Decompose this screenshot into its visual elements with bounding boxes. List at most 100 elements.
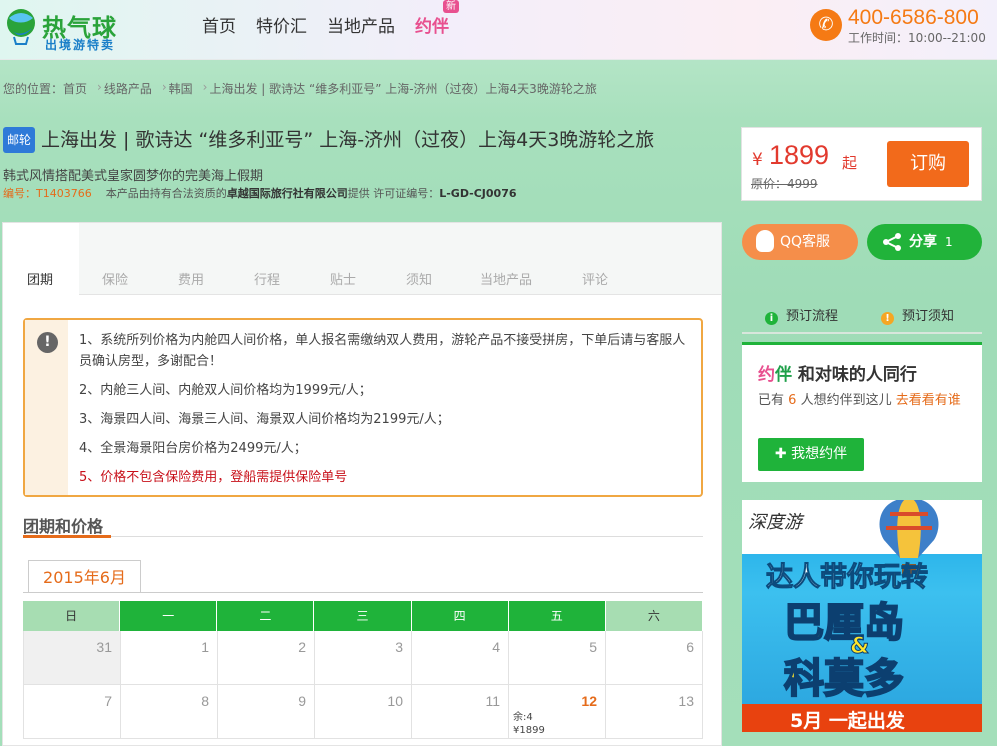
calendar-cell[interactable]: 9 bbox=[218, 685, 315, 739]
tab-tips[interactable]: 贴士 bbox=[330, 269, 356, 288]
price-currency: ¥ bbox=[752, 150, 763, 170]
cruise-badge: 邮轮 bbox=[3, 127, 35, 153]
license-number: L-GD-CJ0076 bbox=[439, 187, 517, 200]
tab-schedule[interactable]: 团期 bbox=[3, 223, 79, 296]
order-notice-label: 预订须知 bbox=[902, 309, 955, 324]
month-tab[interactable]: 2015年6月 bbox=[28, 560, 141, 593]
calendar-cell[interactable]: 3 bbox=[315, 631, 412, 685]
weekday-sat: 六 bbox=[605, 601, 703, 631]
calendar-day: 4 bbox=[492, 639, 500, 655]
order-info-bar: i 预订流程 ! 预订须知 bbox=[742, 290, 982, 334]
nav-local-products[interactable]: 当地产品 bbox=[327, 12, 395, 37]
calendar-cell[interactable]: 13 bbox=[606, 685, 703, 739]
yueban-count: 6 bbox=[788, 393, 797, 408]
calendar: 日 一 二 三 四 五 六 31 1 2 3 4 5 6 7 8 9 10 11… bbox=[23, 601, 703, 739]
weekday-fri: 五 bbox=[508, 601, 606, 631]
ad-banner[interactable]: 深度游 达人带你玩转 巴厘岛 & 科莫多 5月 一起出发 bbox=[742, 500, 982, 732]
calendar-day: 2 bbox=[298, 639, 306, 655]
weekday-wed: 三 bbox=[314, 601, 412, 631]
calendar-cell[interactable]: 10 bbox=[315, 685, 412, 739]
tab-local-products[interactable]: 当地产品 bbox=[480, 269, 532, 288]
breadcrumb: 您的位置：首页 › 线路产品 › 韩国 › 上海出发 | 歌诗达 “维多利亚号”… bbox=[3, 80, 599, 97]
breadcrumb-routes[interactable]: 线路产品 bbox=[104, 80, 152, 97]
work-time: 工作时间：10:00--21:00 bbox=[848, 31, 986, 45]
notice-item: 4、全景海景阳台房价格为2499元/人； bbox=[79, 441, 307, 456]
provider-suffix: 提供 许可证编号： bbox=[347, 187, 440, 200]
calendar-cell[interactable]: 4 bbox=[412, 631, 509, 685]
price-box: ¥ 1899 起 原价：4999 订购 bbox=[741, 127, 982, 201]
notice-item: 2、内舱三人间、内舱双人间价格均为1999元/人； bbox=[79, 383, 372, 398]
nav-yueban[interactable]: 约伴 新 bbox=[415, 0, 459, 37]
calendar-cell: 31 bbox=[23, 631, 121, 685]
main-nav: 首页 特价汇 当地产品 约伴 新 bbox=[202, 0, 469, 37]
yueban-brand: 约 bbox=[758, 365, 775, 385]
site-header: 热气球 出境游特卖 首页 特价汇 当地产品 约伴 新 ✆ 400-6586-80… bbox=[0, 0, 997, 60]
order-notice-link[interactable]: ! 预订须知 bbox=[881, 305, 954, 325]
calendar-cell-available[interactable]: 12 余:4 ¥1899 bbox=[509, 685, 606, 739]
tab-reviews[interactable]: 评论 bbox=[582, 269, 608, 288]
price-value: 1899 bbox=[769, 140, 830, 170]
yueban-title: 约伴 和对味的人同行 bbox=[758, 360, 917, 385]
product-tabs: 团期 保险 费用 行程 贴士 须知 当地产品 评论 bbox=[3, 223, 721, 296]
yueban-button[interactable]: ✚ 我想约伴 bbox=[758, 438, 864, 471]
alert-icon: ! bbox=[881, 312, 894, 325]
calendar-row: 7 8 9 10 11 12 余:4 ¥1899 13 bbox=[23, 685, 703, 739]
weekday-tue: 二 bbox=[217, 601, 315, 631]
original-price: 原价：4999 bbox=[751, 177, 818, 191]
yueban-text-prefix: 已有 bbox=[758, 393, 785, 408]
ad-destination-1: 巴厘岛 bbox=[783, 599, 905, 647]
notice-box: ! 1、系统所列价格为内舱四人间价格，单人报名需缴纳双人费用，游轮产品不接受拼房… bbox=[23, 318, 703, 497]
notice-sidebar: ! bbox=[25, 320, 68, 495]
calendar-cell[interactable]: 11 bbox=[412, 685, 509, 739]
site-logo[interactable]: 热气球 出境游特卖 bbox=[4, 6, 134, 52]
notice-item-warning: 5、价格不包含保险费用，登船需提供保险单号 bbox=[79, 470, 348, 485]
qq-service-label: QQ客服 bbox=[780, 234, 831, 250]
section-divider bbox=[23, 535, 703, 538]
breadcrumb-separator-icon: › bbox=[97, 80, 102, 94]
tab-notes[interactable]: 须知 bbox=[406, 269, 432, 288]
weekday-thu: 四 bbox=[411, 601, 509, 631]
provider-prefix: 本产品由持有合法资质的 bbox=[105, 187, 227, 200]
calendar-day: 11 bbox=[485, 693, 500, 709]
notice-item: 1、系统所列价格为内舱四人间价格，单人报名需缴纳双人费用，游轮产品不接受拼房，下… bbox=[79, 333, 686, 369]
date-price: ¥1899 bbox=[513, 725, 545, 736]
ad-headline-b: 玩转 bbox=[874, 562, 929, 594]
weekday-sun: 日 bbox=[23, 601, 121, 631]
calendar-cell[interactable]: 5 bbox=[509, 631, 606, 685]
breadcrumb-korea[interactable]: 韩国 bbox=[169, 80, 193, 97]
section-title: 团期和价格 bbox=[23, 517, 104, 536]
notice-item: 3、海景四人间、海景三人间、海景双人间价格均为2199元/人； bbox=[79, 412, 450, 427]
nav-home[interactable]: 首页 bbox=[202, 12, 236, 37]
calendar-cell[interactable]: 8 bbox=[121, 685, 218, 739]
calendar-cell[interactable]: 6 bbox=[606, 631, 703, 685]
calendar-day: 3 bbox=[395, 639, 403, 655]
order-button[interactable]: 订购 bbox=[887, 141, 969, 187]
calendar-cell[interactable]: 1 bbox=[121, 631, 218, 685]
tab-itinerary[interactable]: 行程 bbox=[254, 269, 280, 288]
calendar-cell[interactable]: 7 bbox=[23, 685, 121, 739]
notice-list: 1、系统所列价格为内舱四人间价格，单人报名需缴纳双人费用，游轮产品不接受拼房，下… bbox=[79, 330, 693, 496]
product-code: T1403766 bbox=[36, 187, 92, 200]
balloon-logo-icon bbox=[7, 9, 35, 45]
yueban-title-text: 和对味的人同行 bbox=[797, 365, 917, 385]
main-panel: 团期 保险 费用 行程 贴士 须知 当地产品 评论 ! 1、系统所列价格为内舱四… bbox=[2, 222, 722, 746]
logo-subtext: 出境游特卖 bbox=[45, 38, 116, 52]
calendar-row: 31 1 2 3 4 5 6 bbox=[23, 631, 703, 685]
calendar-day: 12 bbox=[581, 693, 597, 709]
calendar-availability: 余:4 ¥1899 bbox=[513, 711, 545, 737]
ad-headline: 达人带你玩转 bbox=[766, 555, 929, 594]
product-meta: 编号：T1403766 本产品由持有合法资质的卓越国际旅行社有限公司提供 许可证… bbox=[3, 185, 517, 201]
tab-insurance[interactable]: 保险 bbox=[102, 269, 128, 288]
order-flow-link[interactable]: i 预订流程 bbox=[765, 305, 838, 325]
calendar-day: 8 bbox=[201, 693, 209, 709]
qq-service-button[interactable]: QQ客服 bbox=[742, 224, 858, 260]
provider-name: 卓越国际旅行社有限公司 bbox=[226, 187, 348, 200]
breadcrumb-home[interactable]: 您的位置：首页 bbox=[3, 80, 87, 97]
order-flow-label: 预订流程 bbox=[786, 309, 839, 324]
calendar-cell[interactable]: 2 bbox=[218, 631, 315, 685]
page-title: 上海出发 | 歌诗达 “维多利亚号” 上海-济州（过夜）上海4天3晚游轮之旅 bbox=[41, 129, 655, 151]
tab-fees[interactable]: 费用 bbox=[178, 269, 204, 288]
yueban-see-who-link[interactable]: 去看看有谁 bbox=[896, 393, 961, 408]
nav-deals[interactable]: 特价汇 bbox=[256, 12, 307, 37]
share-button[interactable]: 分享 1 bbox=[867, 224, 982, 260]
